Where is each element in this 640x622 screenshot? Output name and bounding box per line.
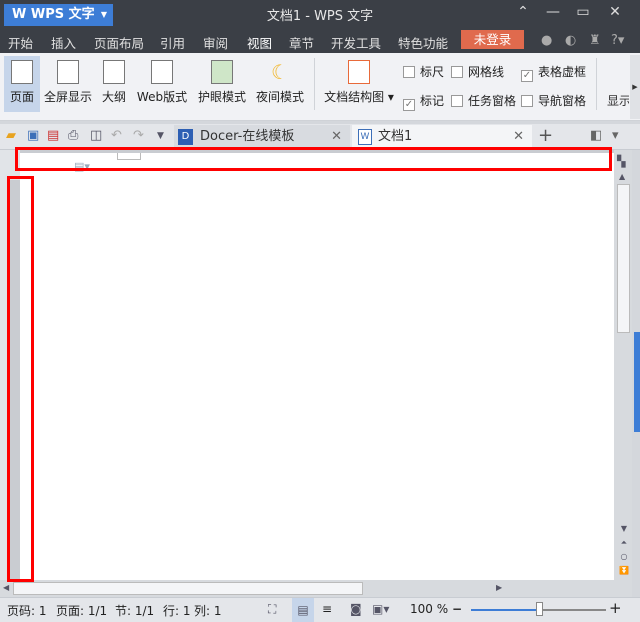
login-button[interactable]: 未登录 xyxy=(461,30,524,49)
ribbon-scroll-right[interactable]: ▶ xyxy=(630,55,640,119)
web-layout-icon xyxy=(151,60,173,84)
navigation-pane-checkbox[interactable]: 导航窗格 xyxy=(521,92,586,109)
tab-list-icon[interactable]: ◧ xyxy=(590,128,602,143)
night-mode-button[interactable]: ☾ 夜间模式 xyxy=(252,56,308,112)
line-number: 行: 1 xyxy=(163,604,191,618)
zoom-in-button[interactable]: + xyxy=(609,599,622,617)
menu-developer[interactable]: 开发工具 xyxy=(331,33,381,52)
zoom-level[interactable]: 100 % xyxy=(410,602,448,616)
page-view-icon[interactable]: ▤ xyxy=(292,598,314,622)
outline-icon xyxy=(103,60,125,84)
print-preview-icon[interactable]: ◫ xyxy=(90,128,102,143)
menu-home[interactable]: 开始 xyxy=(8,33,33,52)
redo-icon[interactable]: ↷ xyxy=(133,128,144,143)
page-view-button[interactable]: 页面 xyxy=(4,56,40,112)
skin-icon[interactable]: ● xyxy=(541,33,552,48)
tab-docer[interactable]: D Docer-在线模板 ✕ xyxy=(174,125,350,149)
fullscreen-button[interactable]: 全屏显示 xyxy=(42,56,94,112)
menu-references[interactable]: 引用 xyxy=(160,33,185,52)
zoom-out-button[interactable]: − xyxy=(452,602,462,616)
eye-protection-icon xyxy=(211,60,233,84)
annotation-highlight-vertical-ruler xyxy=(7,176,34,582)
print-icon[interactable]: ⎙ xyxy=(68,128,78,143)
scroll-left-icon[interactable]: ◀ xyxy=(3,583,9,592)
ribbon-divider xyxy=(314,58,315,110)
web-layout-button[interactable]: Web版式 xyxy=(134,56,190,112)
close-tab-icon[interactable]: ✕ xyxy=(513,125,524,149)
tab-menu-icon[interactable]: ▾ xyxy=(612,128,619,143)
minimize-button[interactable]: — xyxy=(542,4,564,20)
document-map-icon xyxy=(348,60,370,84)
ruler-checkbox[interactable]: 标尺 xyxy=(403,63,444,80)
sync-icon[interactable]: ◐ xyxy=(565,33,576,48)
table-gridlines-checkbox[interactable]: ✓ 表格虚框 xyxy=(521,63,586,82)
gridlines-checkbox[interactable]: 网格线 xyxy=(451,63,504,80)
moon-icon: ☾ xyxy=(271,60,289,84)
tab-document[interactable]: W 文档1 ✕ xyxy=(352,125,532,149)
undo-icon[interactable]: ↶ xyxy=(111,128,122,143)
fullscreen-icon xyxy=(57,60,79,84)
ruler-toggle-icon[interactable]: ▚ xyxy=(617,155,625,168)
collapse-ribbon-button[interactable]: ⌃ xyxy=(512,4,534,20)
page-count: 页面: 1/1 xyxy=(56,604,108,618)
section: 节: 1/1 xyxy=(115,604,155,618)
column-number: 列: 1 xyxy=(194,604,222,618)
zoom-slider-fill xyxy=(471,609,539,611)
scroll-up-icon[interactable]: ▲ xyxy=(619,172,625,181)
page-icon xyxy=(11,60,33,84)
eye-protection-button[interactable]: 护眼模式 xyxy=(194,56,250,112)
new-tab-icon[interactable]: + xyxy=(538,125,553,146)
horizontal-scroll-thumb[interactable] xyxy=(13,582,363,595)
page-nav-controls[interactable]: ▼ ⏶ ○ ⏬ xyxy=(618,522,630,578)
vertical-scroll-thumb[interactable] xyxy=(617,184,630,333)
task-pane-checkbox[interactable]: 任务窗格 xyxy=(451,92,516,109)
save-icon[interactable]: ▣ xyxy=(27,128,39,143)
scroll-right-icon[interactable]: ▶ xyxy=(496,583,502,592)
menu-features[interactable]: 特色功能 xyxy=(398,33,448,52)
help-icon[interactable]: ?▾ xyxy=(611,33,624,48)
outline-button[interactable]: 大纲 xyxy=(98,56,130,112)
side-panel-toggle[interactable] xyxy=(634,332,640,432)
markup-checkbox[interactable]: ✓ 标记 xyxy=(403,92,444,111)
menu-page-layout[interactable]: 页面布局 xyxy=(94,33,144,52)
open-icon[interactable]: ▰ xyxy=(6,128,16,143)
close-tab-icon[interactable]: ✕ xyxy=(331,125,342,149)
customize-toolbar-icon[interactable]: ▼ xyxy=(157,131,164,141)
menu-review[interactable]: 审阅 xyxy=(203,33,228,52)
export-pdf-icon[interactable]: ▤ xyxy=(47,128,59,143)
menu-chapter[interactable]: 章节 xyxy=(289,33,314,52)
annotation-highlight-ruler xyxy=(15,147,612,171)
zoom-slider-thumb[interactable] xyxy=(535,602,543,616)
menu-insert[interactable]: 插入 xyxy=(51,33,76,52)
close-button[interactable]: ✕ xyxy=(604,4,626,20)
outline-view-icon[interactable]: ≡ xyxy=(322,602,332,616)
word-doc-icon: W xyxy=(358,129,372,145)
display-button[interactable]: 显示 xyxy=(607,92,629,109)
page-number: 页码: 1 xyxy=(7,604,47,618)
web-view-icon[interactable]: ◙ xyxy=(350,602,362,616)
shirt-icon[interactable]: ♜ xyxy=(589,33,601,48)
eye-mode-icon[interactable]: ▣▾ xyxy=(372,602,389,616)
document-map-button[interactable]: 文档结构图 ▾ xyxy=(322,56,396,112)
maximize-button[interactable]: ▭ xyxy=(572,4,594,20)
document-page[interactable] xyxy=(20,150,614,580)
fullscreen-view-icon[interactable]: ⛶ xyxy=(268,602,276,617)
docer-icon: D xyxy=(178,129,193,145)
ribbon-divider xyxy=(596,58,597,110)
